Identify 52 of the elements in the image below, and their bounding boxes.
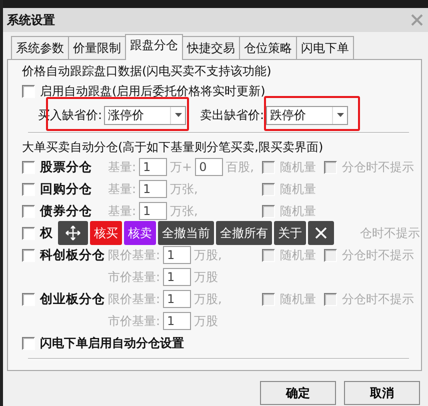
checkbox-label: 启用自动跟盘(启用后委托价格将实时更新) [40,82,266,100]
checkbox-label: 权 [40,224,53,242]
field-label: 万+ [170,158,192,176]
move-icon[interactable] [58,221,88,245]
checkbox-label: 随机量 [280,290,316,308]
field-label: 万股, [194,290,222,308]
tab[interactable]: 闪电下单 [296,36,354,59]
dropdown[interactable]: 跌停价 [266,106,348,124]
checkbox-label: 分仓时不提示 [342,290,414,308]
checkbox-label: 债券分仓 [40,202,92,220]
field-label: 市价基量: [108,312,160,330]
checkbox-label: 科创板分仓 [40,246,105,264]
toolbar-button[interactable]: 全撤所有 [216,221,272,245]
field-label: 万张, [170,180,198,198]
checkbox-label: 回购分仓 [40,180,92,198]
field-label: 百股, [226,158,254,176]
checkbox-label: 分仓时不提示 [342,158,414,176]
close-icon[interactable] [308,221,334,245]
checkbox-label: 分仓时不提示 [342,246,414,264]
checkbox-label: 随机量 [280,180,316,198]
checkbox-label: 随机量 [280,158,316,176]
field-label: 卖出缺省价: [200,106,264,124]
toolbar-button[interactable]: 关于 [274,221,306,245]
checkbox-label: 仓时不提示 [360,224,420,242]
section-title: 价格自动跟踪盘口数据(闪电买卖不支持该功能) [22,63,272,80]
checkbox-label: 创业板分仓 [40,290,105,308]
toolbar-button[interactable]: 核买 [90,221,122,245]
section-title: 大单买卖自动分仓(高于如下基量则分笔买卖,限买卖界面) [22,139,324,156]
toolbar-button[interactable]: 核卖 [124,221,156,245]
dropdown[interactable]: 涨停价 [104,106,186,124]
window-title: 系统设置 [7,12,55,28]
checkbox[interactable] [22,84,35,98]
tab[interactable]: 系统参数 [11,36,69,59]
tab[interactable]: 跟盘分仓 [125,34,183,60]
checkbox[interactable] [22,336,35,350]
checkbox-label: 闪电下单启用自动分仓设置 [40,334,184,352]
field-label: 限价基量: [108,246,160,264]
toolbar-button[interactable]: 全撤当前 [158,221,214,245]
field-label: 基量: [108,158,136,176]
dialog-button[interactable]: 确定 [260,381,336,405]
dialog-button[interactable]: 取消 [344,381,420,405]
field-label: 万股 [194,268,218,286]
field-label: 基量: [108,180,136,198]
field-label: 基量: [108,202,136,220]
field-label: 限价基量: [108,290,160,308]
checkbox-label: 随机量 [280,202,316,220]
field-label: 万股 [194,312,218,330]
field-label: 万股, [194,246,222,264]
field-label: 万张, [170,202,198,220]
checkbox-label: 随机量 [280,246,316,264]
checkbox-label: 股票分仓 [40,158,92,176]
field-label: 市价基量: [108,268,160,286]
